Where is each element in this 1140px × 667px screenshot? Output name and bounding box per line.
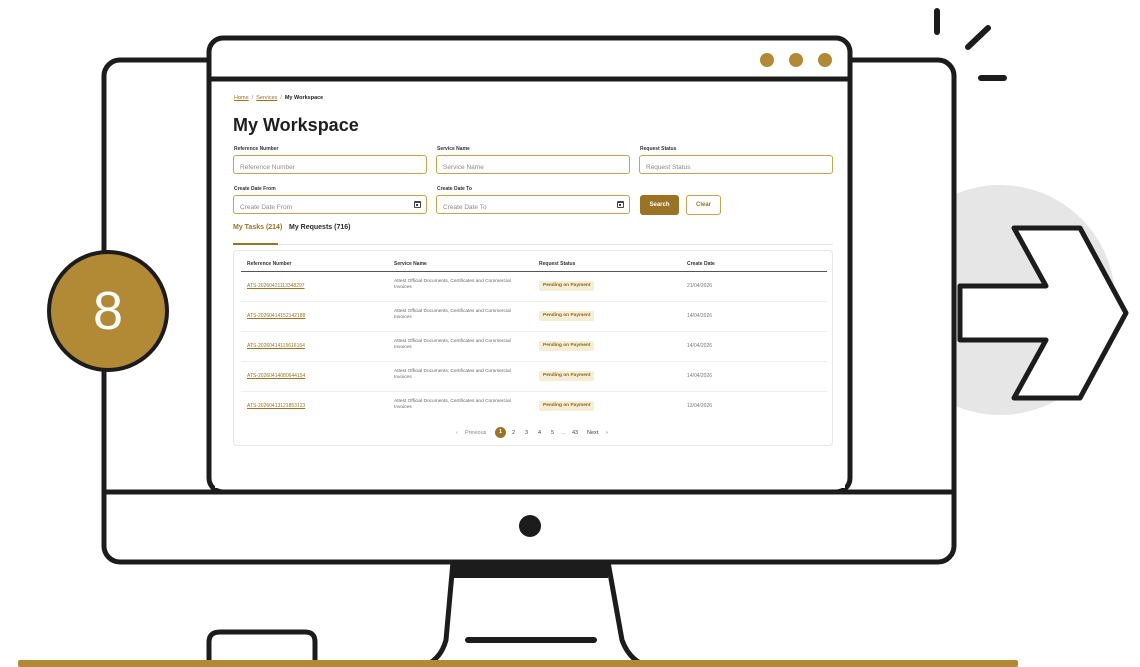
service-name-cell: Attest Official Documents, Certificates … — [394, 339, 511, 350]
status-badge: Pending on Payment — [539, 281, 595, 291]
status-badge: Pending on Payment — [539, 341, 595, 351]
reference-number-input[interactable] — [234, 159, 426, 176]
table-row: ATS-20260414080644154 Attest Official Do… — [241, 362, 827, 392]
create-date-from-input[interactable] — [234, 199, 426, 216]
tab-my-requests[interactable]: My Requests (716) — [289, 224, 350, 231]
create-date-cell: 13/04/2026 — [687, 403, 713, 409]
table-row: ATS-20260421113348297 Attest Official Do… — [241, 272, 827, 302]
status-badge: Pending on Payment — [539, 401, 595, 411]
calendar-icon[interactable] — [414, 201, 421, 208]
create-date-from-field — [233, 195, 427, 216]
table-row: ATS-20260414115616164 Attest Official Do… — [241, 332, 827, 362]
clear-button[interactable]: Clear — [686, 195, 721, 215]
service-name-field — [436, 155, 630, 176]
page-button-current[interactable]: 1 — [495, 427, 506, 438]
window-dot-icon — [818, 53, 832, 67]
breadcrumb-services-link[interactable]: Services — [256, 95, 277, 101]
chevron-right-icon[interactable]: › — [606, 427, 608, 439]
pagination-ellipsis: ... — [561, 430, 566, 436]
window-dot-icon — [789, 53, 803, 67]
desk-bar — [18, 660, 1018, 667]
previous-page-button[interactable]: Previous — [465, 427, 486, 439]
workspace-screen: Home / Services / My Workspace My Workspace … — [215, 83, 845, 488]
step-number-badge: 8 — [47, 250, 169, 372]
page-button[interactable]: 4 — [538, 427, 541, 439]
page-button-last[interactable]: 43 — [572, 427, 578, 439]
reference-link[interactable]: ATS-20260421113348297 — [247, 283, 305, 289]
pagination: ‹ Previous 1 2 3 4 5 ... 43 Next › — [234, 427, 834, 439]
column-header-date: Create Date — [687, 261, 715, 267]
reference-number-field — [233, 155, 427, 176]
service-name-cell: Attest Official Documents, Certificates … — [394, 369, 511, 380]
table-row: ATS-20260414152142188 Attest Official Do… — [241, 302, 827, 332]
reference-link[interactable]: ATS-20260414080644154 — [247, 373, 305, 379]
breadcrumb-separator: / — [251, 95, 254, 101]
table-row: ATS-20260413121853123 Attest Official Do… — [241, 392, 827, 421]
page-button[interactable]: 2 — [512, 427, 515, 439]
create-date-from-label: Create Date From — [234, 186, 276, 192]
status-badge: Pending on Payment — [539, 311, 595, 321]
service-name-cell: Attest Official Documents, Certificates … — [394, 279, 511, 290]
create-date-cell: 14/04/2026 — [687, 343, 713, 349]
create-date-to-field — [436, 195, 630, 216]
page-button[interactable]: 5 — [551, 427, 554, 439]
service-name-input[interactable] — [437, 159, 629, 176]
active-tab-indicator — [233, 243, 278, 245]
tab-divider — [233, 244, 833, 245]
service-name-cell: Attest Official Documents, Certificates … — [394, 309, 511, 320]
chevron-left-icon[interactable]: ‹ — [456, 427, 458, 439]
power-dot-icon — [519, 515, 541, 537]
service-name-label: Service Name — [437, 146, 470, 152]
calendar-icon[interactable] — [617, 201, 624, 208]
create-date-cell: 14/04/2026 — [687, 313, 713, 319]
tab-my-tasks[interactable]: My Tasks (214) — [233, 224, 282, 231]
create-date-cell: 14/04/2026 — [687, 373, 713, 379]
request-status-label: Request Status — [640, 146, 677, 152]
reference-number-label: Reference Number — [234, 146, 279, 152]
requests-table: Reference Number Service Name Request St… — [233, 250, 833, 446]
create-date-cell: 21/04/2026 — [687, 283, 713, 289]
breadcrumb: Home / Services / My Workspace — [234, 95, 323, 101]
column-header-service: Service Name — [394, 261, 427, 267]
request-status-input[interactable] — [640, 159, 832, 176]
breadcrumb-home-link[interactable]: Home — [234, 95, 249, 101]
service-name-cell: Attest Official Documents, Certificates … — [394, 399, 511, 410]
page-title: My Workspace — [233, 115, 359, 135]
window-dot-icon — [760, 53, 774, 67]
breadcrumb-separator: / — [280, 95, 282, 101]
create-date-to-input[interactable] — [437, 199, 629, 216]
column-header-reference: Reference Number — [247, 261, 292, 267]
request-status-field — [639, 155, 833, 176]
next-page-button[interactable]: Next — [587, 427, 598, 439]
status-badge: Pending on Payment — [539, 371, 595, 381]
reference-link[interactable]: ATS-20260414152142188 — [247, 313, 305, 319]
search-button[interactable]: Search — [640, 195, 679, 215]
breadcrumb-current: My Workspace — [284, 95, 324, 101]
page-button[interactable]: 3 — [525, 427, 528, 439]
reference-link[interactable]: ATS-20260413121853123 — [247, 403, 305, 409]
create-date-to-label: Create Date To — [437, 186, 472, 192]
reference-link[interactable]: ATS-20260414115616164 — [247, 343, 305, 349]
column-header-status: Request Status — [539, 261, 576, 267]
